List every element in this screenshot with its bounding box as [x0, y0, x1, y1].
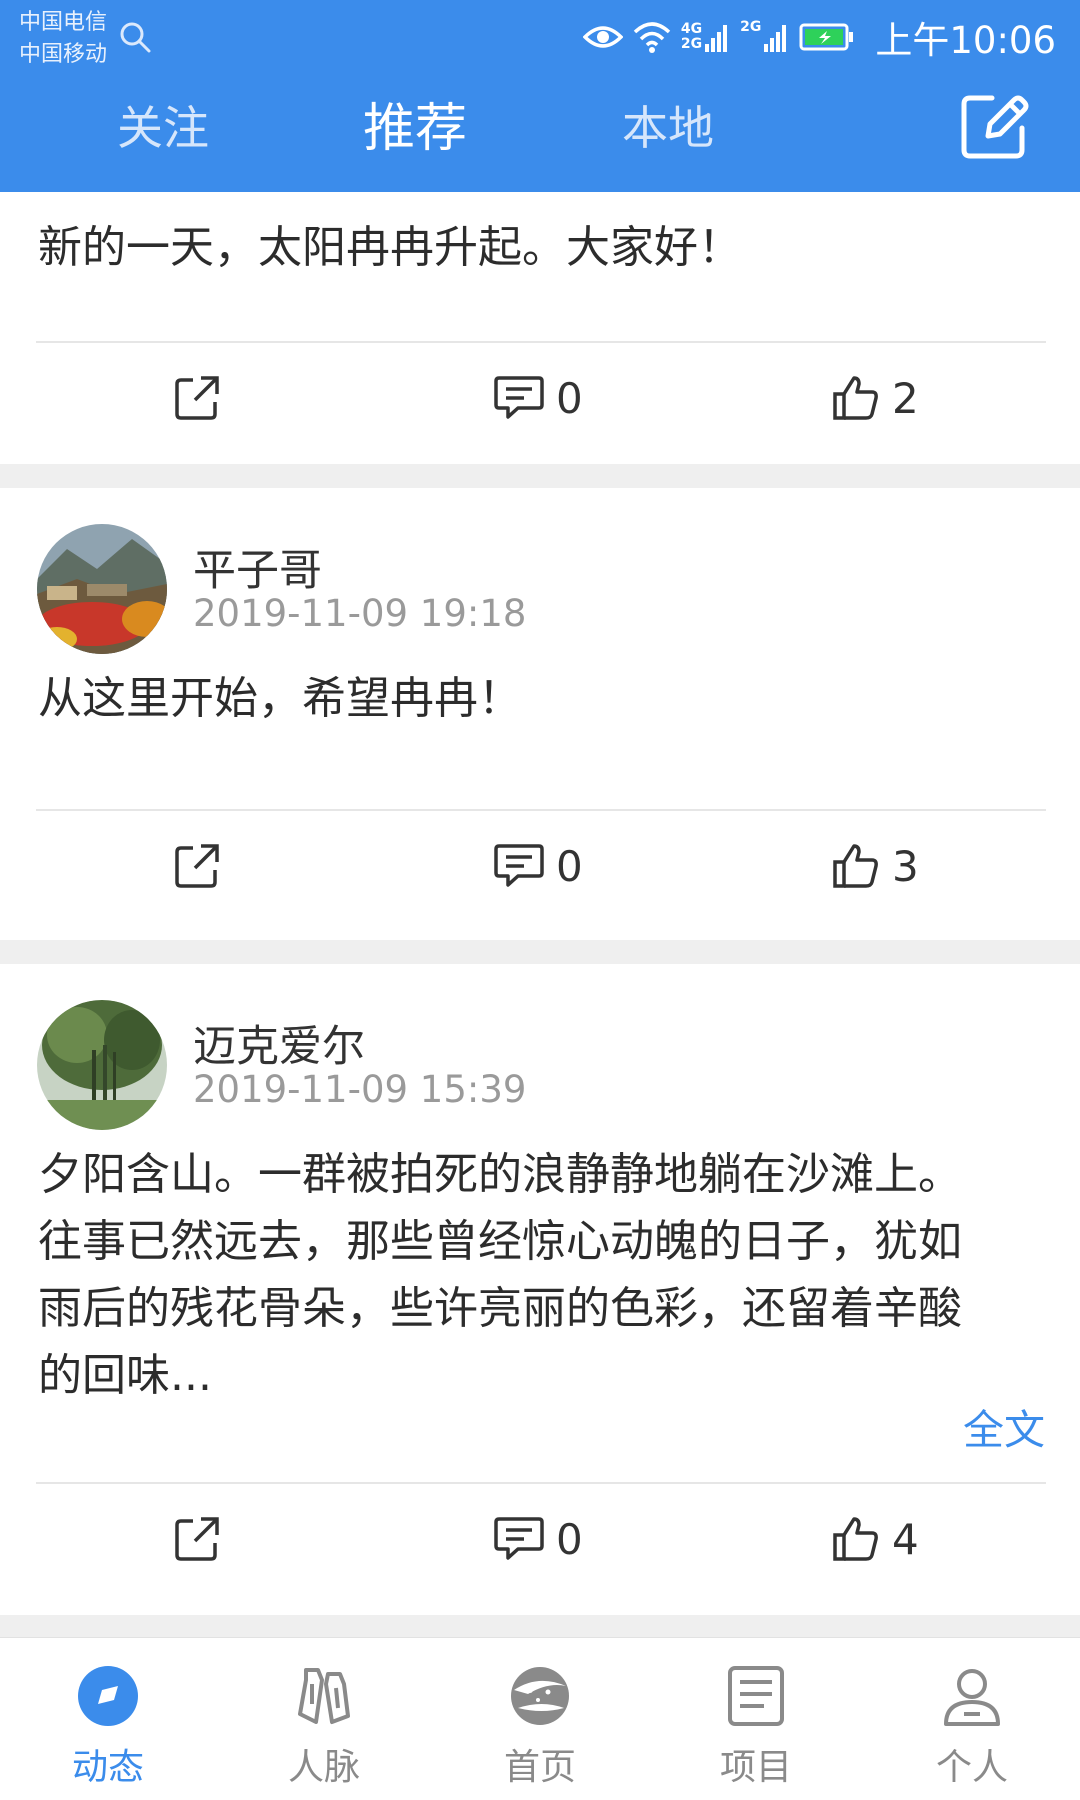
comment-icon	[494, 844, 544, 887]
signal-bars-icon	[764, 25, 787, 52]
post-time: 2019-11-09 15:39	[193, 1068, 527, 1111]
like-count: 2	[892, 373, 919, 423]
signal-bars-icon	[705, 25, 728, 52]
read-more-link[interactable]: 全文	[963, 1396, 1045, 1456]
compose-icon[interactable]	[958, 90, 1030, 162]
divider	[36, 1482, 1046, 1484]
author-name[interactable]: 平子哥	[193, 536, 322, 598]
status-icons: 4G 2G 2G 上午10:06	[582, 12, 1056, 62]
bottom-navigation: 动态 人脉 首页 项目 个人	[0, 1637, 1080, 1800]
contacts-icon	[298, 1668, 350, 1724]
net2-label: 2G	[740, 19, 762, 35]
nav-label: 首页	[503, 1747, 576, 1788]
status-bar: 中国电信 中国移动 4G 2G 2G 上午10:06	[0, 0, 1080, 75]
project-icon	[728, 1666, 784, 1726]
post-text: 新的一天，太阳冉冉升起。大家好！	[38, 222, 742, 273]
like-count: 4	[892, 1514, 919, 1564]
post-separator	[0, 1615, 1080, 1639]
nav-label: 个人	[935, 1747, 1008, 1788]
carrier-1: 中国电信	[19, 10, 108, 35]
like-button[interactable]: 3	[832, 826, 919, 906]
signal-2: 2G	[740, 18, 789, 56]
post-text-line: 雨后的残花骨朵，些许亮丽的色彩，还留着辛酸	[38, 1283, 962, 1334]
comment-count: 0	[556, 1514, 583, 1564]
carrier-2: 中国移动	[19, 42, 108, 67]
tab-follow[interactable]: 关注	[117, 92, 209, 158]
clock: 上午10:06	[875, 19, 1056, 62]
avatar[interactable]	[37, 1000, 167, 1130]
nav-label: 人脉	[287, 1747, 360, 1788]
post-actions: 0 3	[0, 826, 1080, 906]
post-actions: 0 4	[0, 1499, 1080, 1579]
like-button[interactable]: 2	[832, 358, 919, 438]
nav-item-contacts[interactable]: 人脉	[216, 1638, 432, 1800]
share-button[interactable]	[173, 1499, 221, 1579]
nav-label: 动态	[71, 1747, 144, 1788]
net1-bottom: 2G	[680, 36, 703, 52]
tab-recommend[interactable]: 推荐	[363, 86, 467, 161]
post-actions: 0 2	[0, 358, 1080, 438]
feed-list: 新的一天，太阳冉冉升起。大家好！ 0 2 平子哥 2019-11-09 19:1…	[0, 192, 1080, 1639]
comment-icon	[494, 1517, 544, 1560]
like-button[interactable]: 4	[832, 1499, 919, 1579]
post-text-line: 的回味...	[38, 1350, 212, 1401]
carrier-info: 中国电信 中国移动	[19, 8, 107, 72]
person-icon	[944, 1669, 1000, 1726]
top-tabs: 关注 推荐 本地	[0, 80, 1080, 180]
nav-item-feed[interactable]: 动态	[0, 1638, 216, 1800]
nav-item-profile[interactable]: 个人	[864, 1638, 1080, 1800]
battery-icon	[799, 23, 854, 51]
post-card[interactable]: 平子哥 2019-11-09 19:18 从这里开始，希望冉冉！ 0 3	[0, 488, 1080, 940]
post-text: 夕阳含山。一群被拍死的浪静静地躺在沙滩上。 往事已然远去，那些曾经惊心动魄的日子…	[38, 1141, 962, 1409]
share-icon	[175, 844, 219, 888]
thumbs-up-icon	[833, 1517, 878, 1561]
post-separator	[0, 940, 1080, 964]
share-icon	[175, 376, 219, 420]
comment-count: 0	[556, 841, 583, 891]
comment-icon	[494, 376, 544, 419]
nav-label: 项目	[719, 1747, 792, 1788]
nav-item-projects[interactable]: 项目	[648, 1638, 864, 1800]
post-card[interactable]: 新的一天，太阳冉冉升起。大家好！ 0 2	[0, 192, 1080, 464]
app-header: 中国电信 中国移动 4G 2G 2G 上午10:06 关注 推荐 本地	[0, 0, 1080, 192]
thumbs-up-icon	[833, 376, 878, 420]
avatar[interactable]	[37, 524, 167, 654]
post-time: 2019-11-09 19:18	[193, 592, 527, 635]
search-icon	[120, 22, 151, 53]
share-button[interactable]	[173, 358, 221, 438]
signal-1: 4G 2G	[681, 18, 730, 56]
comment-button[interactable]: 0	[494, 1499, 583, 1579]
post-text-line: 夕阳含山。一群被拍死的浪静静地躺在沙滩上。	[38, 1149, 962, 1200]
comment-count: 0	[556, 373, 583, 423]
avatar-bamboo-image	[37, 1000, 167, 1130]
post-text-line: 往事已然远去，那些曾经惊心动魄的日子，犹如	[38, 1216, 962, 1267]
tab-local[interactable]: 本地	[622, 92, 714, 158]
avatar-landscape-image	[37, 524, 167, 654]
eye-icon	[582, 26, 623, 48]
divider	[36, 341, 1046, 343]
like-count: 3	[892, 841, 919, 891]
net1-top: 4G	[680, 21, 703, 37]
post-separator	[0, 464, 1080, 488]
share-button[interactable]	[173, 826, 221, 906]
author-name[interactable]: 迈克爱尔	[193, 1012, 365, 1074]
divider	[36, 809, 1046, 811]
feed-icon	[78, 1666, 138, 1726]
home-globe-icon	[511, 1667, 569, 1725]
comment-button[interactable]: 0	[494, 358, 583, 438]
nav-item-home[interactable]: 首页	[432, 1638, 648, 1800]
thumbs-up-icon	[833, 844, 878, 888]
share-icon	[175, 1517, 219, 1561]
post-card[interactable]: 迈克爱尔 2019-11-09 15:39 夕阳含山。一群被拍死的浪静静地躺在沙…	[0, 964, 1080, 1615]
post-text: 从这里开始，希望冉冉！	[38, 673, 522, 724]
wifi-icon	[633, 22, 671, 53]
comment-button[interactable]: 0	[494, 826, 583, 906]
